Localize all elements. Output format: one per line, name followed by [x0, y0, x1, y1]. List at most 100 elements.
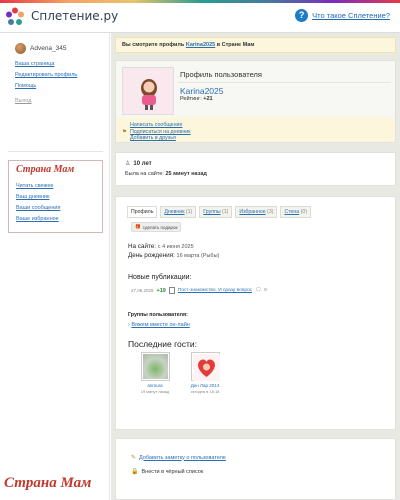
profile-photo[interactable]	[122, 67, 174, 115]
bullet-icon: ›	[128, 322, 130, 328]
guest-avatar	[140, 352, 170, 381]
on-site-since: На сайте: с 4 июня 2025	[128, 243, 194, 250]
sidebar-item-logout[interactable]: Выход	[15, 98, 77, 104]
pub-date: 27.06.2025	[131, 288, 154, 293]
current-user[interactable]: Advena_345	[15, 43, 67, 54]
sidebar: Advena_345 Ваша страница Редактировать п…	[0, 33, 110, 500]
birthday-value: 16 марта (Рыбы)	[176, 253, 220, 259]
guest-time: 19 минут назад	[140, 389, 170, 394]
site-logo-text[interactable]: Сплетение.ру	[31, 9, 118, 23]
comment-icon: 🗨	[255, 288, 262, 293]
last-seen: Была на сайте: 25 минут назад	[125, 171, 207, 177]
pencil-icon: ✎	[131, 455, 137, 461]
banner-prefix: Вы смотрите профиль	[122, 42, 185, 48]
profile-details-card: Профиль Дневник (1) Группы (1) Избранное…	[115, 196, 396, 430]
banner-suffix: в Стране Мам	[216, 42, 255, 48]
tab-favorites-count: (3)	[267, 209, 274, 215]
strana-mam-watermark: Страна Мам	[4, 475, 92, 491]
tab-profile-label: Профиль	[131, 209, 154, 215]
sm-link-diary[interactable]: Ваш дневник	[16, 194, 60, 200]
last-seen-value: 25 минут назад	[165, 171, 207, 177]
guests-title: Последние гости:	[128, 339, 197, 349]
pub-comments[interactable]: 9	[264, 288, 267, 293]
sm-link-messages[interactable]: Ваши сообщения	[16, 205, 60, 211]
sm-link-fresh[interactable]: Читать свежее	[16, 183, 60, 189]
sidebar-divider	[8, 151, 103, 152]
sidebar-item-my-page[interactable]: Ваша страница	[15, 61, 77, 67]
tab-wall[interactable]: Стена (0)	[280, 206, 311, 218]
blacklist-label: Внести в чёрный список	[141, 468, 204, 475]
age-value: 10 лет	[133, 160, 152, 167]
tab-diary[interactable]: Дневник (1)	[160, 206, 197, 218]
strana-mam-links: Читать свежее Ваш дневник Ваши сообщения…	[16, 183, 60, 227]
current-user-name: Advena_345	[30, 45, 67, 52]
tab-groups-label: Группы	[203, 209, 221, 215]
guest-item[interactable]: Ден Лар 2014 сегодня в 18:18	[185, 352, 225, 394]
help-link[interactable]: ? Что такое Сплетение?	[295, 9, 390, 22]
send-message-label: Написать сообщение	[130, 122, 183, 129]
add-friend-action[interactable]: Добавить в друзья	[122, 135, 395, 142]
profile-banner: Вы смотрите профиль Karina2025 в Стране …	[115, 37, 396, 53]
rating-label: Рейтинг:	[180, 96, 202, 102]
guest-item[interactable]: anmura 19 минут назад	[135, 352, 175, 394]
tab-profile[interactable]: Профиль	[127, 206, 158, 218]
subscribe-diary-label: Подписаться на дневник	[130, 128, 191, 135]
birthday: День рождения: 16 марта (Рыбы)	[128, 252, 219, 259]
guest-name: Ден Лар 2014	[190, 383, 220, 388]
add-note-action[interactable]: ✎ Добавить заметку о пользователе	[131, 454, 226, 462]
tab-groups[interactable]: Группы (1)	[199, 206, 233, 218]
top-bar: Сплетение.ру ? Что такое Сплетение?	[0, 0, 400, 33]
tab-favorites-label: Избранное	[239, 209, 266, 215]
group-item[interactable]: › Вяжем вместе он-лайн	[128, 322, 190, 328]
blacklist-action[interactable]: 🔒 Внести в чёрный список	[131, 468, 204, 476]
help-link-label: Что такое Сплетение?	[312, 11, 390, 20]
profile-header: Профиль пользователя	[178, 67, 391, 83]
tab-wall-count: (0)	[300, 209, 307, 215]
strana-mam-box: Страна Мам Читать свежее Ваш дневник Ваш…	[8, 160, 103, 233]
tab-wall-label: Стена	[284, 209, 300, 215]
profile-tabs: Профиль Дневник (1) Группы (1) Избранное…	[127, 206, 311, 218]
age: ♙ 10 лет	[125, 160, 152, 168]
last-seen-label: Была на сайте:	[125, 171, 164, 177]
rating-value: +21	[203, 96, 213, 102]
group-link: Вяжем вместе он-лайн	[131, 322, 190, 328]
guest-name: anmura	[147, 383, 163, 388]
lock-icon: 🔒	[131, 469, 139, 475]
rainbow-stripe	[0, 0, 400, 3]
tab-favorites[interactable]: Избранное (3)	[235, 206, 278, 218]
bottom-actions-card: ✎ Добавить заметку о пользователе 🔒 Внес…	[115, 438, 396, 500]
gift-button[interactable]: 🎁 сделать подарок	[131, 222, 182, 232]
sidebar-item-edit-profile[interactable]: Редактировать профиль	[15, 72, 77, 78]
add-note-label: Добавить заметку о пользователе	[139, 454, 226, 461]
tab-groups-count: (1)	[222, 209, 229, 215]
logo-icon[interactable]	[5, 7, 25, 27]
add-friend-label: Добавить в друзья	[130, 135, 176, 142]
user-icon: ♙	[125, 161, 131, 167]
sidebar-links: Ваша страница Редактировать профиль Помо…	[15, 61, 77, 109]
guest-avatar	[190, 352, 220, 381]
groups-title: Группы пользователя:	[128, 312, 188, 318]
meta-card: ♙ 10 лет Была на сайте: 25 минут назад	[115, 152, 396, 186]
main-content: Вы смотрите профиль Karina2025 в Стране …	[111, 33, 400, 500]
strana-mam-title[interactable]: Страна Мам	[16, 164, 74, 175]
profile-actions: Написать сообщение ⚑ Подписаться на днев…	[116, 117, 395, 142]
tab-diary-label: Дневник	[164, 209, 185, 215]
avatar	[15, 43, 26, 54]
birthday-label: День рождения:	[128, 252, 175, 259]
user-placeholder-icon	[141, 79, 157, 110]
banner-user-link[interactable]: Karina2025	[186, 42, 215, 48]
gift-button-label: сделать подарок	[142, 224, 178, 230]
guest-time: сегодня в 18:18	[190, 389, 220, 394]
sidebar-item-help[interactable]: Помощь	[15, 83, 77, 89]
profile-name[interactable]: Karina2025	[180, 86, 223, 96]
publications-title: Новые публикации:	[128, 274, 192, 281]
sm-link-favorites[interactable]: Ваше избранное	[16, 216, 60, 222]
gift-icon: 🎁	[135, 224, 141, 229]
pub-title-link[interactable]: Пост-знакомство. И сразу вопрос	[178, 288, 252, 293]
heart-icon	[192, 354, 220, 381]
profile-card: Профиль пользователя Karina2025 Рейтинг:…	[115, 60, 396, 143]
profile-rating: Рейтинг: +21	[180, 96, 213, 102]
document-icon	[168, 287, 175, 294]
question-icon: ?	[295, 9, 309, 22]
list-item: 27.06.2025 +19 Пост-знакомство. И сразу …	[131, 287, 267, 294]
